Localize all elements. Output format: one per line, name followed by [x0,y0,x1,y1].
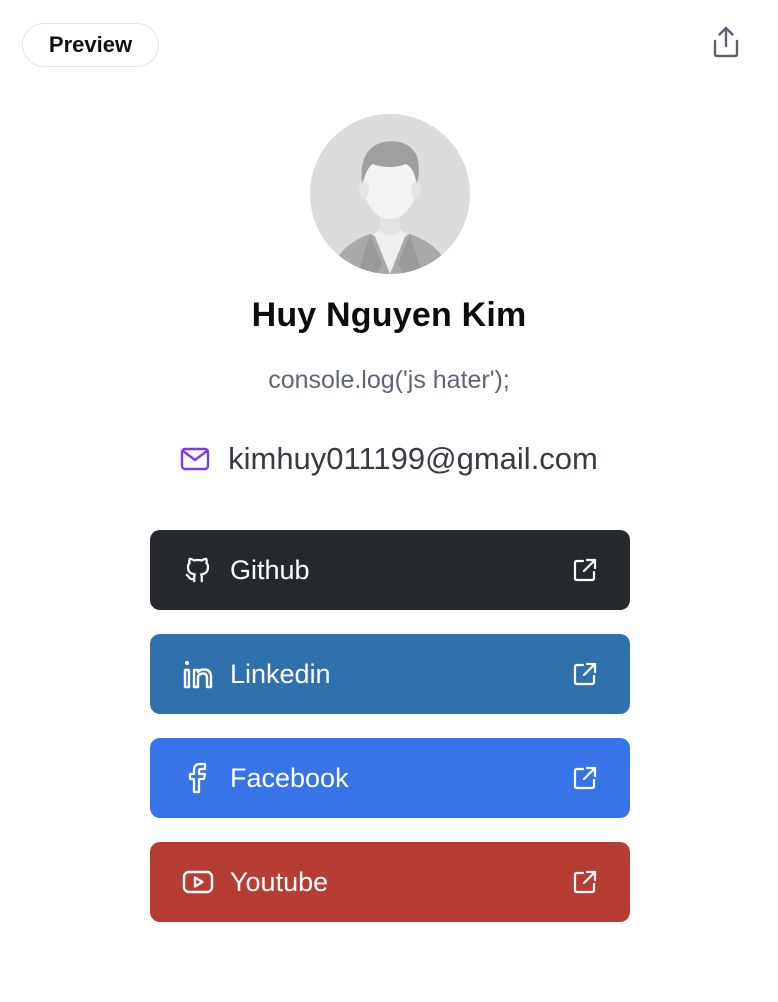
external-link-icon [573,766,597,790]
link-card-github[interactable]: Github [150,530,630,610]
profile-name: Huy Nguyen Kim [251,296,527,334]
github-icon [182,554,214,586]
link-label: Linkedin [230,659,331,689]
youtube-icon [182,866,214,898]
facebook-icon [182,762,214,794]
external-link-icon [573,662,597,686]
share-icon [713,26,739,58]
profile-bio: console.log('js hater'); [268,366,510,394]
mail-icon [180,447,210,471]
social-link-list: Github Linkedin Facebook Youtube [150,530,630,946]
link-card-facebook[interactable]: Facebook [150,738,630,818]
external-link-icon [573,870,597,894]
avatar [310,114,470,274]
link-label: Youtube [230,867,329,897]
link-label: Facebook [230,763,349,793]
share-button[interactable] [706,22,746,62]
link-label: Github [230,555,310,585]
default-person-avatar [310,114,470,274]
link-card-linkedin[interactable]: Linkedin [150,634,630,714]
linkedin-icon [182,658,214,690]
external-link-icon [573,558,597,582]
email-link[interactable]: kimhuy011199@gmail.com [0,436,778,482]
preview-button[interactable]: Preview [22,23,159,67]
link-card-youtube[interactable]: Youtube [150,842,630,922]
email-text: kimhuy011199@gmail.com [228,441,598,476]
